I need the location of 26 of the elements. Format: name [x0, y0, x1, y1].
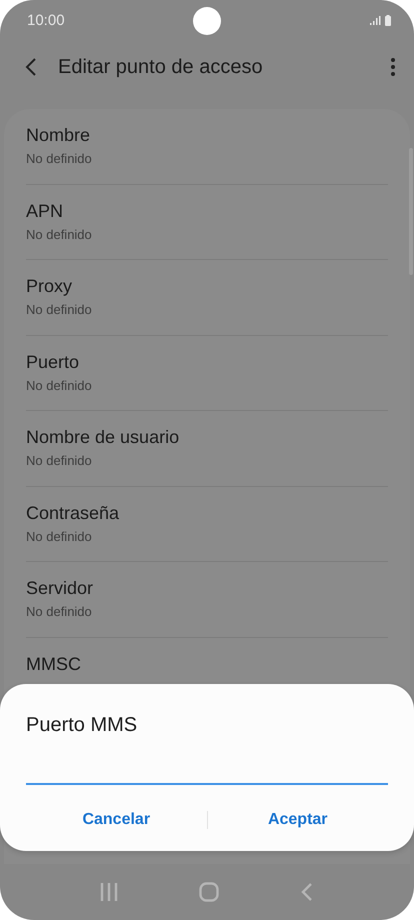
cancel-button[interactable]: Cancelar: [26, 803, 206, 837]
back-icon[interactable]: [24, 57, 38, 77]
setting-value: No definido: [26, 151, 92, 166]
setting-title[interactable]: Nombre de usuario: [26, 427, 180, 448]
setting-title[interactable]: Nombre: [26, 125, 90, 146]
three-lines-icon[interactable]: [100, 882, 118, 902]
setting-title[interactable]: Puerto: [26, 352, 80, 372]
camera-hole: [193, 7, 221, 35]
setting-value: No definido: [26, 378, 92, 392]
setting-title[interactable]: MMSC: [26, 654, 81, 674]
setting-value: No definido: [26, 302, 92, 317]
accept-button[interactable]: Aceptar: [208, 803, 388, 837]
setting-value: No definido: [26, 604, 92, 619]
setting-title[interactable]: Contraseña: [26, 502, 120, 524]
setting-value: No definido: [26, 226, 92, 242]
setting-title[interactable]: APN: [26, 200, 64, 222]
rounded-square-icon[interactable]: [198, 882, 219, 902]
status-time: 10:00: [27, 12, 65, 28]
more-vertical-icon[interactable]: [390, 57, 396, 77]
dialog-title: Puerto MMS: [26, 714, 138, 737]
setting-value: No definido: [26, 528, 92, 544]
setting-title[interactable]: Proxy: [26, 276, 72, 297]
signal-battery-icon: [370, 14, 392, 26]
setting-title[interactable]: Servidor: [26, 578, 94, 599]
page-title: Editar punto de acceso: [58, 56, 264, 78]
setting-value: No definido: [26, 453, 92, 468]
